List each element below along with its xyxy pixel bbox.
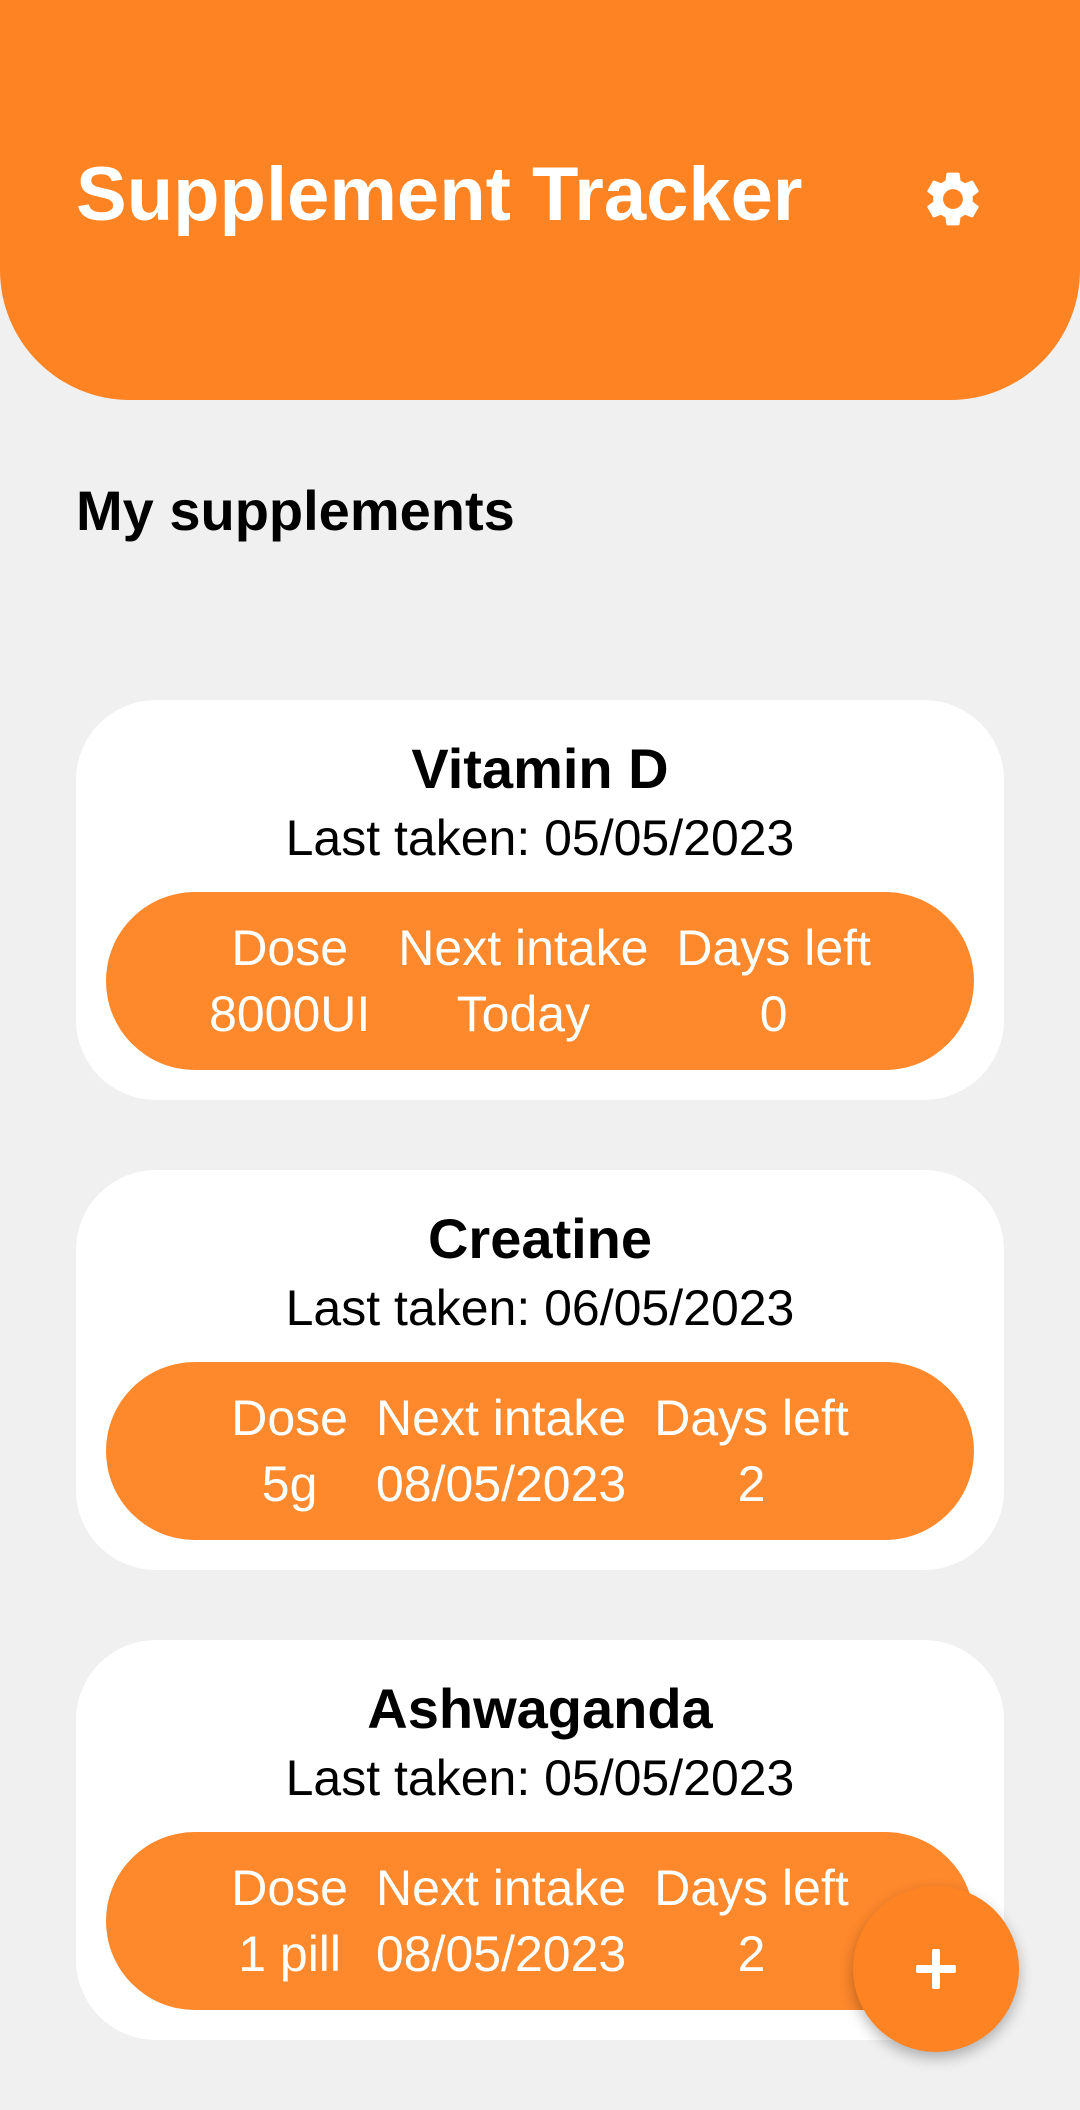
last-taken: Last taken: 05/05/2023 [285, 1750, 795, 1806]
gear-icon [927, 172, 979, 226]
supplement-name: Creatine [427, 1207, 653, 1270]
add-supplement-button[interactable] [853, 1886, 1019, 2052]
next-intake-label: Next intake [398, 920, 649, 976]
dose-stat: Dose 8000UI [209, 915, 370, 1047]
supplement-name: Ashwaganda [367, 1677, 713, 1740]
supplement-card[interactable]: Creatine Last taken: 06/05/2023 Dose 5g … [76, 1170, 1004, 1570]
next-intake-label: Next intake [376, 1860, 627, 1916]
dose-stat: Dose 1 pill [231, 1855, 348, 1987]
days-left-label: Days left [654, 1860, 849, 1916]
days-left-stat: Days left 2 [654, 1385, 849, 1517]
dose-value: 1 pill [238, 1926, 342, 1982]
app-title: Supplement Tracker [76, 152, 803, 237]
plus-icon [916, 1949, 956, 1989]
settings-button[interactable] [916, 162, 990, 236]
last-taken: Last taken: 05/05/2023 [285, 810, 795, 866]
days-left-stat: Days left 2 [654, 1855, 849, 1987]
days-left-label: Days left [654, 1390, 849, 1446]
supplement-card[interactable]: Vitamin D Last taken: 05/05/2023 Dose 80… [76, 700, 1004, 1100]
app-header: Supplement Tracker [0, 0, 1080, 400]
days-left-stat: Days left 0 [676, 915, 871, 1047]
dose-label: Dose [231, 920, 349, 976]
dose-stat: Dose 5g [231, 1385, 348, 1517]
section-title: My supplements [76, 479, 515, 542]
next-intake-stat: Next intake 08/05/2023 [376, 1385, 626, 1517]
next-intake-stat: Next intake 08/05/2023 [376, 1855, 626, 1987]
days-left-value: 2 [737, 1926, 766, 1982]
days-left-value: 0 [759, 986, 788, 1042]
dose-label: Dose [231, 1860, 348, 1916]
dose-label: Dose [231, 1390, 348, 1446]
dose-value: 5g [261, 1456, 318, 1512]
supplement-list: Vitamin D Last taken: 05/05/2023 Dose 80… [76, 700, 1004, 2110]
next-intake-value: Today [456, 986, 591, 1042]
supplement-name: Vitamin D [411, 737, 669, 800]
next-intake-stat: Next intake Today [398, 915, 648, 1047]
last-taken: Last taken: 06/05/2023 [285, 1280, 795, 1336]
next-intake-label: Next intake [376, 1390, 627, 1446]
supplement-stats: Dose 5g Next intake 08/05/2023 Days left… [106, 1362, 974, 1540]
next-intake-value: 08/05/2023 [375, 1456, 627, 1512]
supplement-stats: Dose 8000UI Next intake Today Days left … [106, 892, 974, 1070]
supplement-stats: Dose 1 pill Next intake 08/05/2023 Days … [106, 1832, 974, 2010]
days-left-value: 2 [737, 1456, 766, 1512]
days-left-label: Days left [676, 920, 871, 976]
next-intake-value: 08/05/2023 [375, 1926, 627, 1982]
dose-value: 8000UI [209, 986, 371, 1042]
